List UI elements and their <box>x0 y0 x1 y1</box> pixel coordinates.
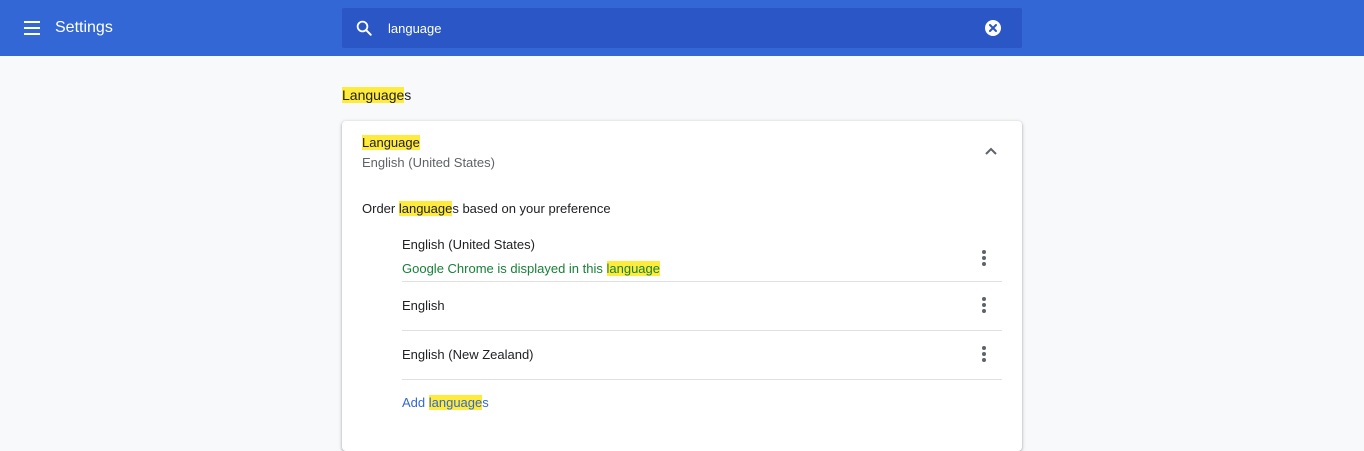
chevron-up-icon[interactable] <box>984 146 998 156</box>
language-expand-row[interactable]: Language English (United States) <box>342 121 1022 183</box>
settings-toolbar: Settings <box>0 0 1364 56</box>
language-title: Language <box>362 135 420 150</box>
hamburger-menu-icon[interactable] <box>18 16 46 40</box>
add-languages-link[interactable]: Add languages <box>402 395 489 411</box>
language-name: English (New Zealand) <box>402 347 534 362</box>
languages-card: Language English (United States) Order l… <box>342 121 1022 451</box>
more-actions-icon[interactable] <box>978 346 990 364</box>
order-languages-label: Order languages based on your preference <box>362 201 611 216</box>
more-actions-icon[interactable] <box>978 297 990 315</box>
search-icon[interactable] <box>355 19 373 37</box>
page-title: Settings <box>55 19 113 36</box>
language-item-english-us: English (United States) Google Chrome is… <box>402 237 1002 281</box>
current-language: English (United States) <box>362 155 495 170</box>
language-name: English (United States) <box>402 237 535 252</box>
language-item-english-nz: English (New Zealand) <box>402 331 1002 379</box>
language-item-english: English <box>402 282 1002 330</box>
search-input[interactable] <box>388 8 968 48</box>
clear-search-icon[interactable] <box>985 20 1001 36</box>
language-name: English <box>402 298 445 313</box>
section-heading-languages: Languages <box>342 87 412 103</box>
display-language-note: Google Chrome is displayed in this langu… <box>402 261 660 276</box>
divider <box>402 379 1002 380</box>
more-actions-icon[interactable] <box>978 250 990 268</box>
search-box[interactable] <box>342 8 1022 48</box>
